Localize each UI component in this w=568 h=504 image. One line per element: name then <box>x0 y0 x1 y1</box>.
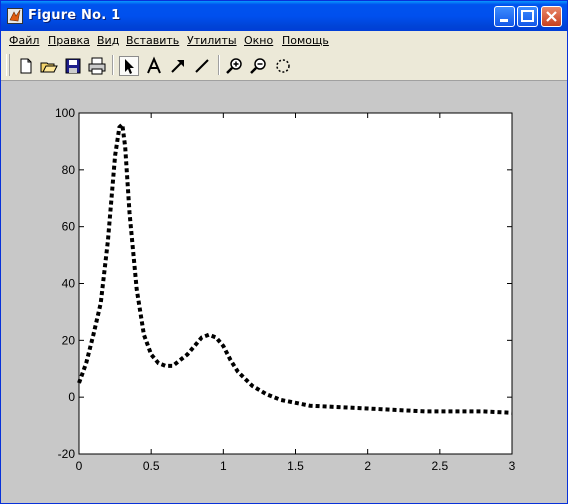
menu-insert[interactable]: Вставить <box>126 34 179 47</box>
arrow-tool-button[interactable] <box>168 56 188 76</box>
open-file-button[interactable] <box>39 56 59 76</box>
text-tool-button[interactable] <box>144 56 164 76</box>
rotate-3d-button[interactable] <box>273 56 293 76</box>
print-button[interactable] <box>87 56 107 76</box>
rotate-3d-icon <box>276 59 290 73</box>
toolbar-separator <box>218 55 220 75</box>
menu-view[interactable]: Вид <box>97 34 119 47</box>
print-icon <box>88 57 106 75</box>
close-button[interactable] <box>541 6 562 27</box>
window-title: Figure No. 1 <box>28 8 121 23</box>
x-tick-label: 3 <box>509 459 516 473</box>
line-tool-button[interactable] <box>192 56 212 76</box>
title-bar[interactable]: Figure No. 1 <box>1 1 567 31</box>
maximize-icon <box>521 10 534 22</box>
menu-bar: Файл Правка Вид Вставить Утилиты Окно По… <box>1 31 567 51</box>
arrow-tool-icon <box>171 60 184 73</box>
x-tick-label: 1 <box>220 459 227 473</box>
y-tick-label: 80 <box>62 163 76 177</box>
minimize-icon <box>500 19 508 22</box>
line-chart: 0 0.5 1 1.5 2 2.5 3-20020406080100 <box>55 106 516 473</box>
select-arrow-icon <box>125 59 134 74</box>
menu-edit[interactable]: Правка <box>48 34 90 47</box>
line-tool-icon <box>195 59 209 73</box>
x-tick-label: 1.5 <box>287 459 304 473</box>
matlab-logo-icon[interactable] <box>7 8 23 24</box>
y-tick-label: 60 <box>62 220 76 234</box>
x-tick-label: 2 <box>364 459 371 473</box>
y-tick-label: 20 <box>62 333 76 347</box>
zoom-in-icon <box>226 58 242 74</box>
x-tick-label: 0 <box>76 459 83 473</box>
text-tool-icon <box>147 56 161 74</box>
toolbar-separator <box>112 55 114 75</box>
menu-window[interactable]: Окно <box>244 34 273 47</box>
zoom-out-icon <box>250 58 266 74</box>
y-tick-label: 100 <box>55 106 75 120</box>
y-tick-label: 40 <box>62 277 76 291</box>
x-tick-label: 0.5 <box>143 459 160 473</box>
toolbar <box>1 51 567 81</box>
select-button[interactable] <box>119 56 139 76</box>
menu-tools[interactable]: Утилиты <box>187 34 237 47</box>
figure-canvas[interactable]: 0 0.5 1 1.5 2 2.5 3 -20 0 20 40 60 80 100 <box>1 81 567 503</box>
new-file-button[interactable] <box>16 56 36 76</box>
y-tick-label: 0 <box>68 390 75 404</box>
figure-window: Figure No. 1 Файл Правка Вид Вставить Ут… <box>0 0 568 504</box>
maximize-button[interactable] <box>517 6 538 27</box>
new-file-icon <box>20 58 32 74</box>
close-icon <box>546 11 557 22</box>
open-folder-icon <box>40 62 58 73</box>
x-tick-label: 2.5 <box>431 459 448 473</box>
minimize-button[interactable] <box>494 6 515 27</box>
zoom-in-button[interactable] <box>225 56 245 76</box>
y-tick-label: -20 <box>58 447 76 461</box>
zoom-out-button[interactable] <box>249 56 269 76</box>
save-icon <box>65 58 81 74</box>
menu-file[interactable]: Файл <box>9 34 39 47</box>
menu-help[interactable]: Помощь <box>282 34 329 47</box>
save-button[interactable] <box>63 56 83 76</box>
toolbar-grip[interactable] <box>6 54 10 76</box>
